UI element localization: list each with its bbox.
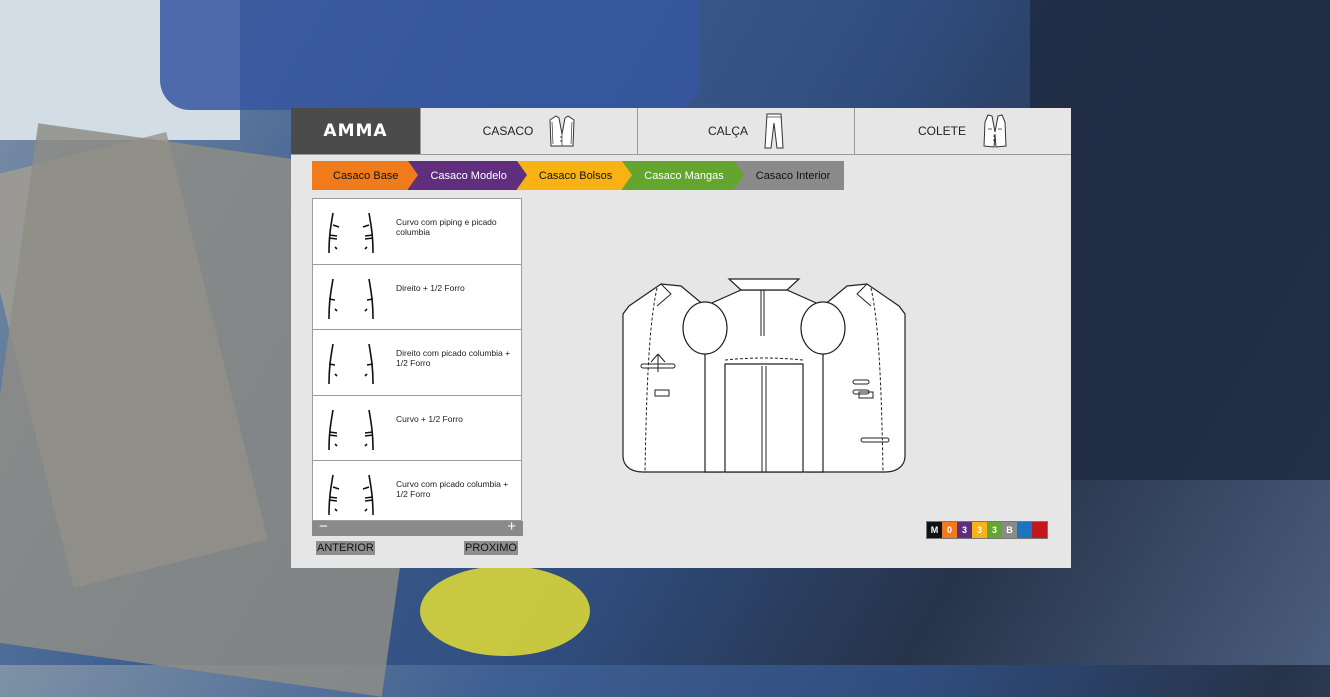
swatch <box>1032 522 1047 538</box>
scroll-minus-button[interactable]: − <box>319 518 328 535</box>
step-casaco-modelo[interactable]: Casaco Modelo <box>408 161 528 190</box>
next-button[interactable]: PROXIMO <box>464 541 518 555</box>
nav-tab-colete[interactable]: COLETE <box>854 108 1071 154</box>
previous-button[interactable]: ANTERIOR <box>316 541 375 555</box>
vest-icon <box>983 114 1007 148</box>
list-item[interactable]: Direito + 1/2 Forro <box>313 264 521 330</box>
configurator-panel: AMMA CASACO CALÇA COLETE Casaco Base Cas… <box>291 108 1071 568</box>
lining-option-thumbnail <box>328 409 374 450</box>
step-label: Casaco Bolsos <box>538 169 613 182</box>
nav-tab-label: COLETE <box>917 124 966 138</box>
lining-option-thumbnail <box>328 212 374 254</box>
step-casaco-bolsos[interactable]: Casaco Bolsos <box>516 161 633 190</box>
top-navigation: AMMA CASACO CALÇA COLETE <box>291 108 1071 155</box>
logo-text: AMMA <box>323 121 388 141</box>
step-label: Casaco Interior <box>755 169 831 182</box>
swatch: 3 <box>987 522 1002 538</box>
option-label: Direito + 1/2 Forro <box>396 282 465 293</box>
swatch: 3 <box>957 522 972 538</box>
swatch <box>1017 522 1032 538</box>
step-label: Casaco Mangas <box>644 169 724 182</box>
swatch: B <box>1002 522 1017 538</box>
logo[interactable]: AMMA <box>291 108 420 154</box>
step-breadcrumb: Casaco Base Casaco Modelo Casaco Bolsos … <box>312 161 845 190</box>
option-label: Curvo com picado columbia + 1/2 Forro <box>396 479 509 499</box>
background-photo <box>420 566 590 656</box>
nav-tab-calca[interactable]: CALÇA <box>637 108 854 154</box>
jacket-interior-preview <box>622 278 906 473</box>
nav-tab-label: CALÇA <box>707 124 748 138</box>
nav-tab-label: CASACO <box>482 124 534 138</box>
step-casaco-interior[interactable]: Casaco Interior <box>733 161 845 190</box>
background-photo <box>160 0 700 110</box>
list-item[interactable]: Curvo com picado columbia + 1/2 Forro <box>313 461 521 520</box>
list-item[interactable]: Curvo + 1/2 Forro <box>313 395 521 461</box>
swatch: 3 <box>972 522 987 538</box>
lining-option-thumbnail <box>328 278 374 319</box>
scroll-plus-button[interactable]: + <box>507 518 516 535</box>
trousers-icon <box>764 113 784 149</box>
list-scrollbar[interactable]: − + <box>312 518 523 536</box>
step-label: Casaco Base <box>333 169 399 182</box>
swatch: 0 <box>942 522 957 538</box>
step-label: Casaco Modelo <box>430 169 507 182</box>
step-casaco-mangas[interactable]: Casaco Mangas <box>622 161 744 190</box>
option-label: Curvo + 1/2 Forro <box>396 413 463 424</box>
selection-code-swatches: M 0 3 3 3 B <box>926 521 1048 539</box>
option-label: Direito com picado columbia + 1/2 Forro <box>396 348 511 368</box>
nav-tab-casaco[interactable]: CASACO <box>420 108 637 154</box>
swatch: M <box>927 522 942 538</box>
list-item[interactable]: Direito com picado columbia + 1/2 Forro <box>313 330 521 396</box>
background-photo <box>1030 0 1330 480</box>
lining-option-thumbnail <box>328 474 374 516</box>
option-label: Curvo com piping e picado columbia <box>396 217 497 237</box>
step-casaco-base[interactable]: Casaco Base <box>312 161 419 190</box>
jacket-icon <box>549 115 575 147</box>
option-list: Curvo com piping e picado columbia Direi… <box>312 198 522 521</box>
lining-option-thumbnail <box>328 343 374 385</box>
list-item[interactable]: Curvo com piping e picado columbia <box>313 199 521 265</box>
